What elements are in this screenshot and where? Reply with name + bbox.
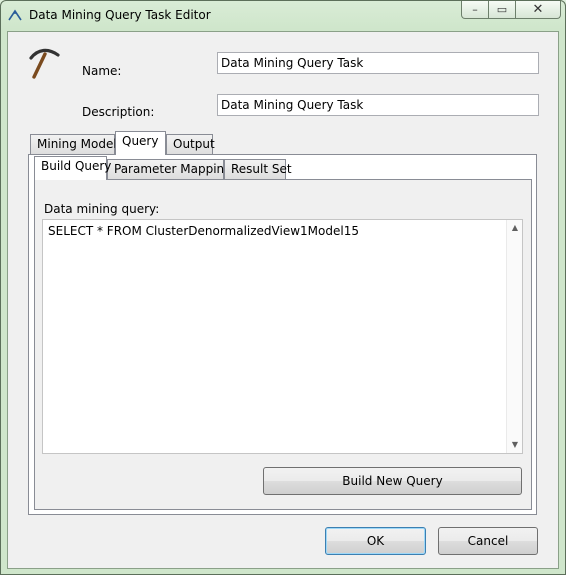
title-bar[interactable]: Data Mining Query Task Editor – ▭ ✕ xyxy=(1,1,565,29)
pickaxe-icon xyxy=(8,9,22,21)
dialog-window: Data Mining Query Task Editor – ▭ ✕ Name… xyxy=(0,0,566,575)
description-field[interactable]: Data Mining Query Task xyxy=(217,94,539,116)
caption-buttons: – ▭ ✕ xyxy=(461,1,561,19)
close-button[interactable]: ✕ xyxy=(516,1,561,19)
tab-query[interactable]: Query xyxy=(115,131,166,155)
description-label: Description: xyxy=(82,105,155,119)
maximize-button[interactable]: ▭ xyxy=(489,1,516,19)
window-title: Data Mining Query Task Editor xyxy=(29,8,211,22)
pickaxe-task-icon xyxy=(29,48,60,79)
tab-result-set[interactable]: Result Set xyxy=(224,159,292,180)
query-scrollbar[interactable]: ▲ ▼ xyxy=(506,220,522,453)
maximize-icon: ▭ xyxy=(496,3,508,16)
query-tab-panel: Build Query Parameter Mapping Result Set… xyxy=(28,154,537,515)
tab-output[interactable]: Output xyxy=(166,134,215,155)
name-label: Name: xyxy=(82,64,122,78)
name-field[interactable]: Data Mining Query Task xyxy=(217,52,539,74)
ok-button[interactable]: OK xyxy=(325,527,426,555)
close-icon: ✕ xyxy=(532,2,544,17)
scroll-down-icon[interactable]: ▼ xyxy=(507,437,523,453)
query-label: Data mining query: xyxy=(44,202,160,216)
tab-parameter-mapping[interactable]: Parameter Mapping xyxy=(107,159,232,180)
query-textarea[interactable]: SELECT * FROM ClusterDenormalizedView1Mo… xyxy=(42,219,523,454)
tab-mining-model[interactable]: Mining Model xyxy=(30,134,117,155)
minimize-icon: – xyxy=(472,3,478,16)
build-query-panel: Data mining query: SELECT * FROM Cluster… xyxy=(34,179,532,510)
cancel-button[interactable]: Cancel xyxy=(438,527,538,555)
minimize-button[interactable]: – xyxy=(461,1,489,19)
scroll-up-icon[interactable]: ▲ xyxy=(507,220,523,236)
dialog-client-area: Name: Data Mining Query Task Description… xyxy=(7,31,559,569)
build-new-query-button[interactable]: Build New Query xyxy=(263,467,522,495)
tab-build-query[interactable]: Build Query xyxy=(34,156,111,180)
query-text: SELECT * FROM ClusterDenormalizedView1Mo… xyxy=(48,224,359,238)
